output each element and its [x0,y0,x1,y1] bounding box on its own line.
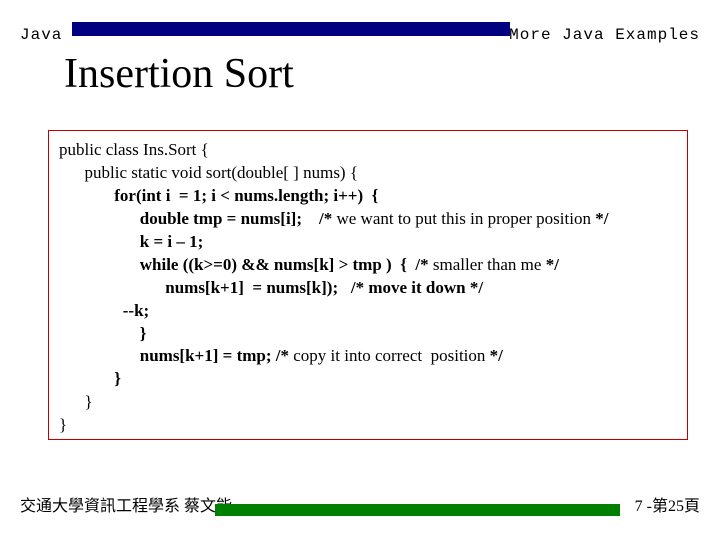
header-rule [72,22,510,36]
slide-title: Insertion Sort [64,50,294,98]
code-line: double tmp = nums[i]; /* [59,209,336,228]
code-line: } [59,324,146,343]
footer-right: 7 -第25頁 [635,492,700,516]
code-line: --k; [59,301,149,320]
code-comment: smaller than me [433,255,546,274]
header-right: More Java Examples [509,26,700,44]
footer-rule [215,504,620,516]
code-line: */ [546,255,559,274]
code-line: nums[k+1] = tmp; /* [59,346,293,365]
code-line: for(int i = 1; i < nums.length; i++) { [59,186,378,205]
code-line: } [59,415,67,434]
slide: Java More Java Examples Insertion Sort p… [0,0,720,540]
code-line: nums[k+1] = nums[k]); /* move it down */ [59,278,483,297]
code-line: */ [490,346,503,365]
code-line: */ [595,209,608,228]
code-box: public class Ins.Sort { public static vo… [48,130,688,440]
code-block: public class Ins.Sort { public static vo… [59,139,677,437]
code-line: public static void sort(double[ ] nums) … [59,163,358,182]
code-comment: we want to put this in proper position [336,209,595,228]
code-comment: copy it into correct position [293,346,489,365]
code-line: } [59,392,93,411]
code-line: while ((k>=0) && nums[k] > tmp ) { /* [59,255,433,274]
code-line: } [59,369,121,388]
header-left: Java [20,26,62,44]
code-line: k = i – 1; [59,232,203,251]
code-line: public class Ins.Sort { [59,140,209,159]
footer-left: 交通大學資訊工程學系 蔡文能 [20,492,232,516]
